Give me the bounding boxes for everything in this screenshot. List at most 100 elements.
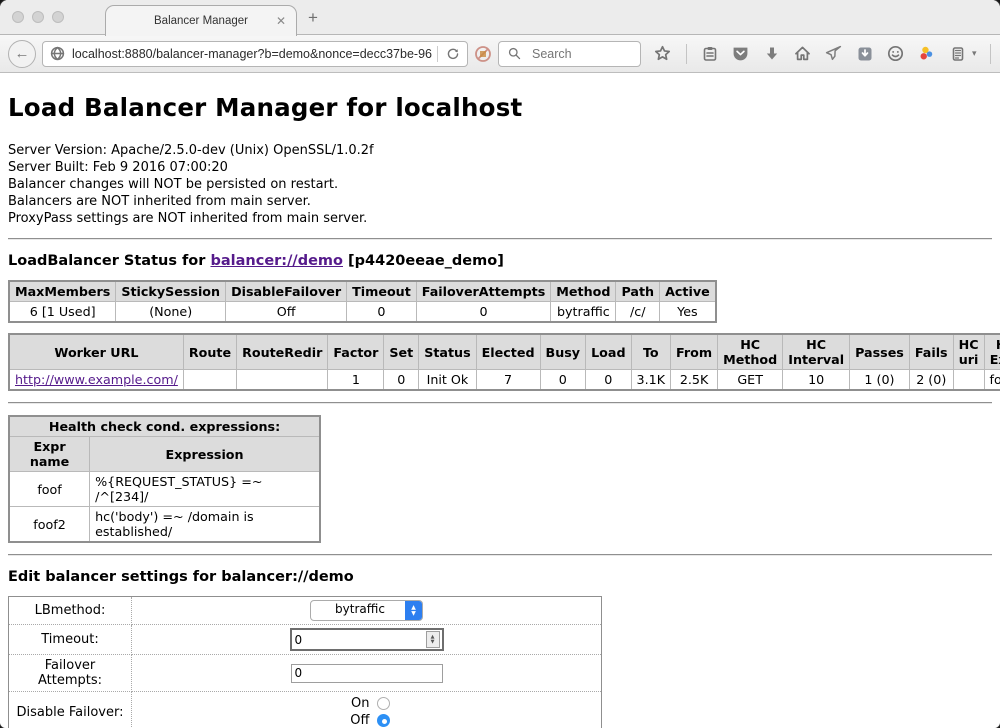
column-header: Active <box>660 281 716 302</box>
on-label: On <box>344 695 370 712</box>
adblock-disabled-icon[interactable] <box>474 44 492 64</box>
column-header: HC Method <box>718 334 783 370</box>
failover-on-option: On <box>136 695 597 712</box>
tab-title: Balancer Manager <box>154 15 248 27</box>
zoom-window-button[interactable] <box>52 11 64 23</box>
table-cell: 0 <box>586 370 631 391</box>
health-check-table: Health check cond. expressions: Expr nam… <box>8 415 321 543</box>
table-cell: foof2 <box>984 370 1000 391</box>
table-cell: foof2 <box>9 507 90 543</box>
search-input[interactable] <box>530 46 634 62</box>
search-icon <box>505 44 525 64</box>
column-header: To <box>631 334 671 370</box>
divider <box>437 46 438 62</box>
toolbar-icons: ▾ <box>653 44 1000 64</box>
status-heading-prefix: LoadBalancer Status for <box>8 253 210 269</box>
chevron-down-icon[interactable]: ▾ <box>972 48 977 59</box>
color-dots-extension-icon[interactable] <box>917 44 937 64</box>
table-cell: 6 [1 Used] <box>9 302 116 323</box>
reload-icon[interactable] <box>443 44 463 64</box>
table-cell: http://www.example.com/ <box>9 370 183 391</box>
column-header: Worker URL <box>9 334 183 370</box>
table-cell <box>953 370 984 391</box>
column-header: Factor <box>328 334 384 370</box>
browser-window: Balancer Manager ✕ + ← localhost:8880/ba… <box>0 0 1000 728</box>
column-header: Expr name <box>9 437 90 472</box>
column-header: FailoverAttempts <box>416 281 551 302</box>
form-row: Disable Failover: On Off <box>9 692 602 728</box>
form-row: LBmethod: bytraffic ▲▼ <box>9 597 602 625</box>
select-arrows-icon: ▲▼ <box>405 601 422 620</box>
back-button[interactable]: ← <box>8 40 36 68</box>
send-tab-icon[interactable] <box>824 44 844 64</box>
table-cell: Init Ok <box>419 370 476 391</box>
table-row: foof %{REQUEST_STATUS} =~ /^[234]/ <box>9 472 320 507</box>
lbmethod-select[interactable]: bytraffic ▲▼ <box>310 600 423 621</box>
column-header: RouteRedir <box>237 334 328 370</box>
container-extension-icon[interactable] <box>948 44 968 64</box>
column-header: MaxMembers <box>9 281 116 302</box>
table-cell: Yes <box>660 302 716 323</box>
url-text[interactable]: localhost:8880/balancer-manager?b=demo&n… <box>72 47 432 61</box>
failover-on-radio[interactable] <box>377 697 390 710</box>
form-field-cell: ▲▼ <box>132 625 602 655</box>
tab-close-icon[interactable]: ✕ <box>276 14 286 28</box>
table-cell <box>237 370 328 391</box>
inherit-notice-line: Balancers are NOT inherited from main se… <box>8 193 992 210</box>
chat-smiley-icon[interactable] <box>886 44 906 64</box>
table-cell: 2 (0) <box>909 370 953 391</box>
address-bar[interactable]: localhost:8880/balancer-manager?b=demo&n… <box>42 41 468 67</box>
timeout-input[interactable] <box>292 633 426 647</box>
server-built-line: Server Built: Feb 9 2016 07:00:20 <box>8 159 992 176</box>
new-tab-button[interactable]: + <box>308 8 318 28</box>
divider <box>8 402 992 404</box>
home-icon[interactable] <box>793 44 813 64</box>
lbmethod-label: LBmethod: <box>9 597 132 625</box>
table-cell: Off <box>226 302 347 323</box>
table-title-row: Health check cond. expressions: <box>9 416 320 437</box>
title-bar: Balancer Manager ✕ + <box>0 0 1000 35</box>
form-row: Failover Attempts: <box>9 655 602 692</box>
column-header: Busy <box>540 334 586 370</box>
failover-off-radio[interactable] <box>377 714 390 727</box>
table-cell: (None) <box>116 302 226 323</box>
failover-attempts-label: Failover Attempts: <box>9 655 132 692</box>
table-cell: 0 <box>347 302 417 323</box>
worker-url-link[interactable]: http://www.example.com/ <box>15 372 178 387</box>
table-cell: bytraffic <box>551 302 616 323</box>
failover-off-option: Off <box>136 712 597 728</box>
table-cell: GET <box>718 370 783 391</box>
persist-notice-line: Balancer changes will NOT be persisted o… <box>8 176 992 193</box>
column-header: Path <box>616 281 660 302</box>
bookmarks-clipboard-icon[interactable] <box>700 44 720 64</box>
table-cell: 1 <box>328 370 384 391</box>
tab-balancer-manager[interactable]: Balancer Manager ✕ <box>105 5 297 36</box>
column-header: Elected <box>476 334 540 370</box>
table-cell: %{REQUEST_STATUS} =~ /^[234]/ <box>90 472 320 507</box>
off-label: Off <box>344 712 370 728</box>
pocket-icon[interactable] <box>731 44 751 64</box>
column-header: HC uri <box>953 334 984 370</box>
worker-status-table: Worker URL Route RouteRedir Factor Set S… <box>8 333 1000 391</box>
form-row: Timeout: ▲▼ <box>9 625 602 655</box>
table-cell: 7 <box>476 370 540 391</box>
timeout-label: Timeout: <box>9 625 132 655</box>
downloads-icon[interactable] <box>762 44 782 64</box>
number-stepper[interactable]: ▲▼ <box>426 631 440 648</box>
column-header: Set <box>384 334 419 370</box>
proxypass-notice-line: ProxyPass settings are NOT inherited fro… <box>8 210 992 227</box>
table-row: http://www.example.com/ 1 0 Init Ok 7 0 … <box>9 370 1000 391</box>
column-header: Status <box>419 334 476 370</box>
search-bar[interactable] <box>498 41 641 67</box>
minimize-window-button[interactable] <box>32 11 44 23</box>
column-header: StickySession <box>116 281 226 302</box>
table-cell: 0 <box>416 302 551 323</box>
balancer-demo-link[interactable]: balancer://demo <box>210 253 343 269</box>
divider <box>686 44 687 64</box>
divider <box>990 44 991 64</box>
close-window-button[interactable] <box>12 11 24 23</box>
failover-attempts-input[interactable] <box>291 664 443 683</box>
column-header: Route <box>183 334 236 370</box>
save-to-box-icon[interactable] <box>855 44 875 64</box>
bookmark-star-icon[interactable] <box>653 44 673 64</box>
